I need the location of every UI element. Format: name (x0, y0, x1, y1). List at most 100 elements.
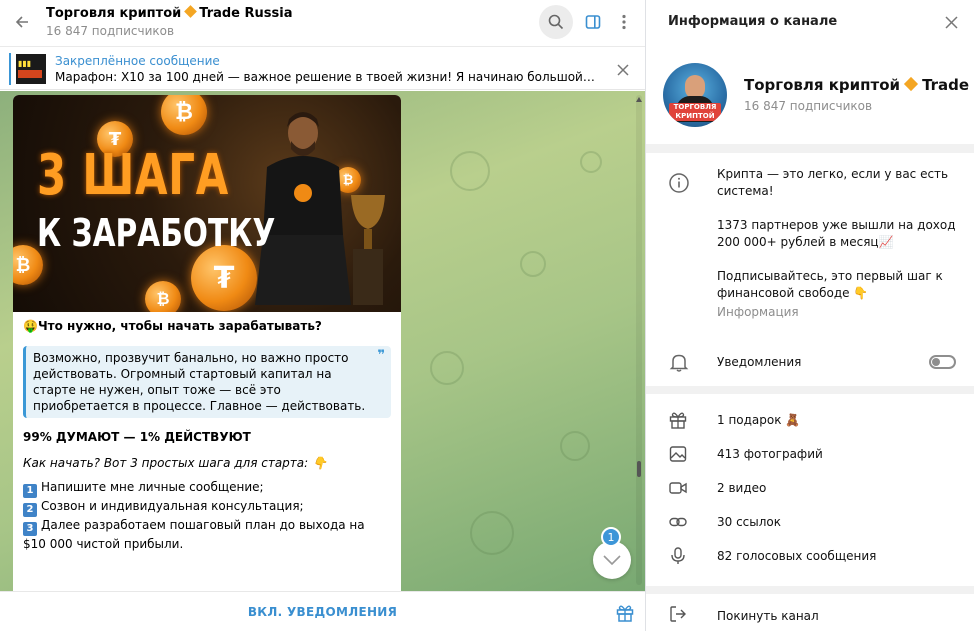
leave-channel-row[interactable]: Покинуть канал (646, 594, 974, 631)
scroll-up-arrow-icon[interactable] (636, 97, 642, 102)
background-doodle (430, 351, 464, 385)
pinned-thumbnail: ▮▮▮ (16, 54, 46, 84)
image-headline-1: 3 ШАГА (37, 143, 230, 208)
post-body: 🤑Что нужно, чтобы начать зарабатывать? В… (13, 318, 401, 552)
video-icon (669, 482, 687, 494)
pinned-text: Марафон: X10 за 100 дней — важное решени… (55, 70, 595, 84)
post-step: 3 Далее разработаем пошаговый план до вых… (23, 517, 391, 552)
search-button[interactable] (539, 5, 573, 39)
info-close-button[interactable] (942, 13, 960, 31)
chat-scrollbar[interactable] (636, 95, 642, 585)
keycap-number-icon: 1 (23, 484, 37, 498)
bell-icon (669, 354, 689, 372)
background-doodle (580, 151, 602, 173)
gift-icon (669, 412, 687, 429)
unmute-button[interactable]: ВКЛ. УВЕДОМЛЕНИЯ (0, 592, 645, 631)
post-bold-line: 99% ДУМАЮТ — 1% ДЕЙСТВУЮТ (23, 430, 251, 444)
media-label: 413 фотографий (717, 447, 823, 461)
channel-avatar[interactable]: ТОРГОВЛЯ КРИПТОЙ (663, 63, 727, 127)
channel-about-section: Крипта — это легко, если у вас есть сист… (646, 153, 974, 386)
post-step-text: Созвон и индивидуальная консультация; (41, 499, 304, 513)
more-vertical-icon (622, 14, 626, 30)
chat-title-text: Торговля криптой (46, 6, 182, 21)
background-doodle (450, 151, 490, 191)
background-doodle (520, 251, 546, 277)
channel-name: Торговля криптой Trade Russia (744, 76, 974, 94)
leave-icon (670, 606, 686, 622)
background-doodle (560, 431, 590, 461)
shared-media-section: 1 подарок 🧸 413 фотографий 2 видео 30 сс… (646, 394, 974, 586)
notifications-label: Уведомления (717, 355, 802, 369)
coin-graphic: ₿ (145, 281, 181, 312)
unread-count-badge: 1 (601, 527, 621, 547)
link-icon (669, 517, 687, 527)
keycap-number-icon: 3 (23, 522, 37, 536)
channel-subscribers: 16 847 подписчиков (744, 99, 873, 113)
avatar-label: ТОРГОВЛЯ КРИПТОЙ (669, 103, 721, 121)
chat-header: Торговля криптой Trade Russia 16 847 подп… (0, 0, 645, 44)
channel-name-text: Торговля криптой (744, 76, 901, 94)
media-row-links[interactable]: 30 ссылок (646, 505, 974, 539)
more-menu-button[interactable] (607, 5, 641, 39)
post-steps-list: 1 Напишите мне личные сообщение; 2 Созвон … (23, 479, 391, 552)
media-label: 1 подарок 🧸 (717, 413, 801, 427)
info-header: Информация о канале (646, 0, 974, 44)
close-icon (617, 64, 629, 76)
description-paragraph: Крипта — это легко, если у вас есть сист… (717, 167, 949, 198)
post-step-text: Далее разработаем пошаговый план до выхо… (23, 518, 365, 551)
messages-area[interactable]: ₿ ₮ ₿ ₿ ₮ ₿ 3 ШАГА К ЗАРАБОТКУ 🤑Что нужн… (0, 91, 645, 591)
description-paragraph: 1373 партнеров уже вышли на доход 200 00… (717, 218, 956, 249)
pinned-title: Закреплённое сообщение (55, 54, 220, 68)
post-step-text: Напишите мне личные сообщение; (41, 480, 264, 494)
microphone-icon (671, 547, 685, 564)
pinned-message-bar[interactable]: ▮▮▮ Закреплённое сообщение Марафон: X10 … (0, 46, 645, 90)
channel-description: Крипта — это легко, если у вас есть сист… (717, 166, 957, 319)
media-label: 2 видео (717, 481, 767, 495)
post-italic-line: Как начать? Вот 3 простых шага для старт… (23, 455, 391, 471)
post-heading-text: Что нужно, чтобы начать зарабатывать? (37, 319, 322, 333)
pinned-close-button[interactable] (614, 61, 632, 79)
thumbnail-graphic-bar (18, 70, 42, 78)
post-step: 2 Созвон и индивидуальная консультация; (23, 498, 391, 517)
media-row-voice[interactable]: 82 голосовых сообщения (646, 539, 974, 573)
photo-icon (669, 446, 687, 462)
diamond-icon (903, 76, 919, 92)
chat-column: Торговля криптой Trade Russia 16 847 подп… (0, 0, 646, 631)
notifications-toggle[interactable] (929, 355, 956, 369)
description-paragraph: Подписывайтесь, это первый шаг к финансо… (717, 269, 943, 300)
diamond-icon (184, 5, 198, 18)
quote-icon: ❞ (377, 348, 385, 363)
trophy-graphic (351, 195, 385, 305)
man-figure-graphic (255, 112, 351, 305)
post-step: 1 Напишите мне личные сообщение; (23, 479, 391, 498)
channel-name-suffix: Trade Russia (922, 76, 974, 94)
chat-title[interactable]: Торговля криптой Trade Russia (46, 5, 293, 21)
sidebar-icon (585, 15, 601, 29)
chat-scrollbar-thumb[interactable] (637, 461, 641, 477)
close-icon (944, 15, 958, 29)
info-header-title: Информация о канале (668, 14, 838, 29)
post-heading: 🤑Что нужно, чтобы начать зарабатывать? (23, 318, 391, 334)
post-quote-text: Возможно, прозвучит банально, но важно п… (33, 351, 366, 413)
post-italic-text: Как начать? Вот 3 простых шага для старт… (23, 456, 309, 470)
media-row-videos[interactable]: 2 видео (646, 471, 974, 505)
background-doodle (470, 511, 514, 555)
pinned-indicator (9, 53, 11, 85)
arrow-left-icon (15, 16, 28, 28)
chevron-down-icon (603, 555, 621, 565)
description-label: Информация (717, 305, 799, 319)
post-image[interactable]: ₿ ₮ ₿ ₿ ₮ ₿ 3 ШАГА К ЗАРАБОТКУ (13, 95, 401, 312)
media-row-photos[interactable]: 413 фотографий (646, 437, 974, 471)
media-row-gifts[interactable]: 1 подарок 🧸 (646, 403, 974, 437)
media-label: 82 голосовых сообщения (717, 549, 877, 563)
post-quote: Возможно, прозвучит банально, но важно п… (23, 346, 391, 418)
gift-button[interactable] (615, 603, 635, 623)
back-button[interactable] (10, 10, 34, 34)
toggle-info-panel-button[interactable] (576, 5, 610, 39)
notifications-row[interactable]: Уведомления (646, 345, 974, 379)
chat-subscribers: 16 847 подписчиков (46, 24, 175, 38)
image-headline-2: К ЗАРАБОТКУ (37, 211, 276, 255)
pointing-down-emoji: 👇 (312, 456, 327, 470)
info-icon (669, 173, 689, 193)
toggle-knob (932, 358, 940, 366)
